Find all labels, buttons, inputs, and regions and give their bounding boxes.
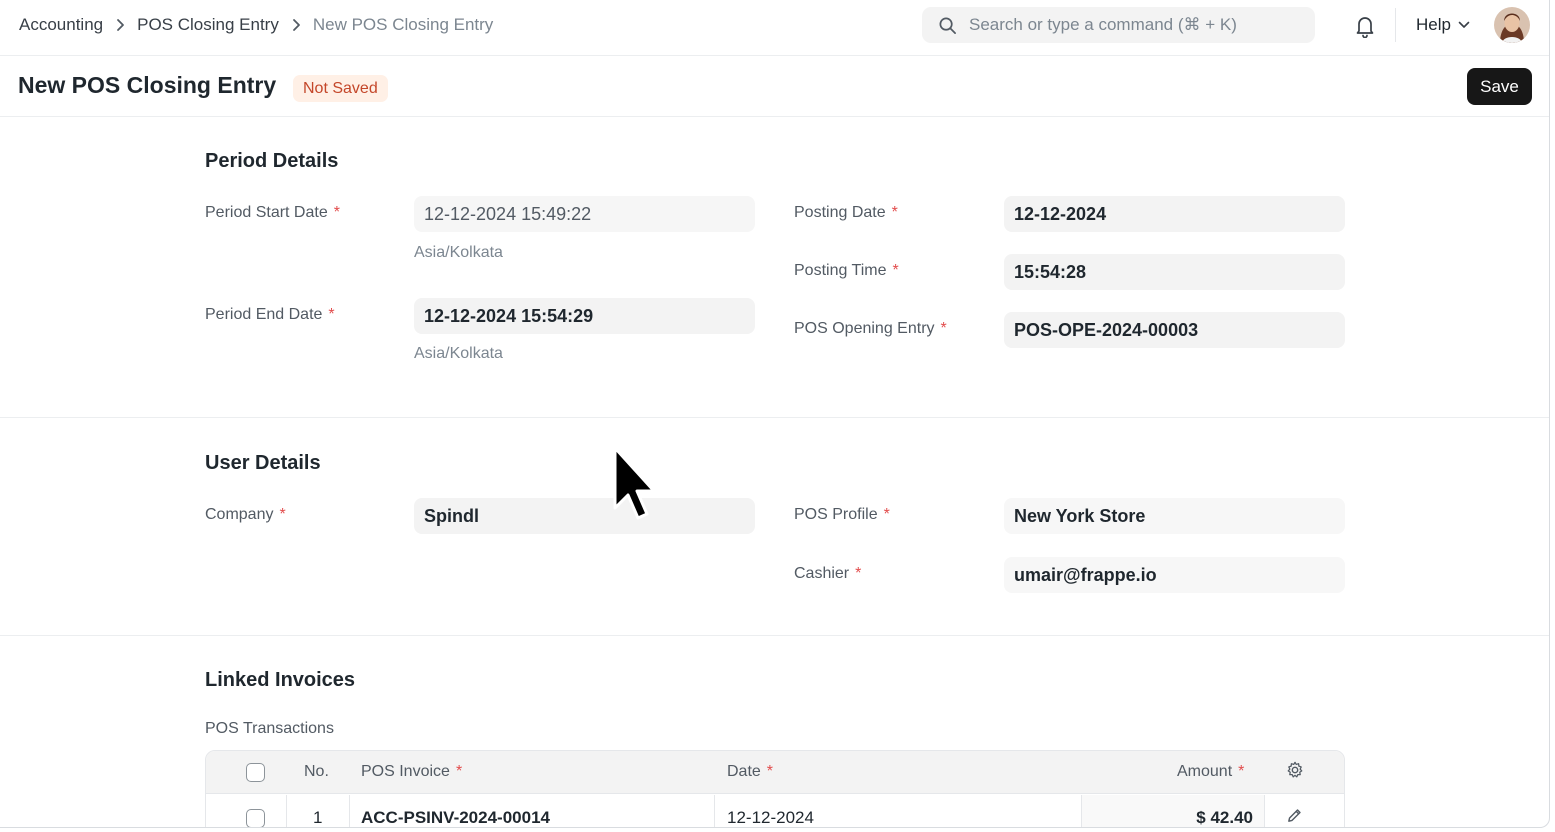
header-text: POS Invoice [361,763,450,780]
column-divider [1264,795,1265,827]
navbar: Accounting POS Closing Entry New POS Clo… [0,0,1549,56]
column-divider [349,795,350,827]
row-select-cell [246,795,265,827]
table-row[interactable]: 1 ACC-PSINV-2024-00014 12-12-2024 $ 42.4… [206,795,1344,827]
search-input[interactable] [969,15,1299,35]
header-text: Amount [1177,763,1233,780]
row-date[interactable]: 12-12-2024 [727,795,814,827]
cashier-field[interactable]: umair@frappe.io [1004,557,1345,593]
chevron-right-icon [279,15,313,35]
chevron-right-icon [103,15,137,35]
required-marker: * [855,565,862,582]
label-text: Company [205,506,274,523]
column-header-invoice: POS Invoice * [361,751,462,793]
required-marker: * [333,204,340,221]
row-amount[interactable]: $ 42.40 [1081,795,1253,827]
period-end-date-label: Period End Date * [205,306,335,324]
search-bar[interactable] [922,7,1315,43]
period-start-date-label: Period Start Date * [205,204,340,222]
posting-date-label: Posting Date * [794,204,898,222]
required-marker: * [891,204,898,221]
required-marker: * [1238,763,1245,780]
pos-transactions-label: POS Transactions [205,720,334,737]
pos-opening-entry-field[interactable]: POS-OPE-2024-00003 [1004,312,1345,348]
posting-time-field[interactable]: 15:54:28 [1004,254,1345,290]
row-edit-cell [1286,795,1303,827]
required-marker: * [892,262,899,279]
section-title-user-details: User Details [205,452,321,474]
section-divider [0,417,1549,418]
header-text: Date [727,763,761,780]
column-header-no: No. [304,763,329,780]
breadcrumb-pos-closing-entry[interactable]: POS Closing Entry [137,15,279,35]
pos-profile-label: POS Profile * [794,506,890,524]
label-text: Posting Time [794,262,887,279]
gear-icon[interactable] [1286,761,1304,784]
column-settings-cell [1286,751,1304,793]
posting-date-field[interactable]: 12-12-2024 [1004,196,1345,232]
page-title: New POS Closing Entry [18,72,277,98]
pos-transactions-table: No. POS Invoice * Date * Amount * 1 ACC-PSI… [205,750,1345,827]
label-text: POS Opening Entry [794,320,935,337]
breadcrumb-accounting[interactable]: Accounting [19,15,103,35]
period-end-timezone: Asia/Kolkata [414,345,503,362]
required-marker: * [766,763,774,780]
column-header-date: Date * [727,751,773,793]
required-marker: * [279,506,286,523]
label-text: Period Start Date [205,204,328,221]
row-checkbox[interactable] [246,808,265,827]
column-divider [714,795,715,827]
cashier-label: Cashier * [794,565,861,583]
section-title-linked-invoices: Linked Invoices [205,669,356,691]
company-label: Company * [205,506,286,524]
breadcrumb-current: New POS Closing Entry [312,15,494,34]
column-divider [286,795,287,827]
page-header: New POS Closing Entry Not Saved Save [0,57,1549,117]
row-invoice[interactable]: ACC-PSINV-2024-00014 [361,795,550,827]
label-text: Cashier [794,565,850,582]
table-header: No. POS Invoice * Date * Amount * [206,751,1344,794]
column-header-amount: Amount * [1177,751,1244,793]
section-title-period-details: Period Details [205,150,339,172]
notification-bell-icon[interactable] [1354,14,1376,39]
edit-pencil-icon[interactable] [1286,807,1303,827]
period-start-date-field[interactable]: 12-12-2024 15:49:22 [414,196,755,232]
select-all-cell [246,751,265,793]
period-start-timezone: Asia/Kolkata [414,244,503,261]
breadcrumb: Accounting POS Closing Entry New POS Clo… [19,0,493,50]
posting-time-label: Posting Time * [794,262,899,280]
save-button[interactable]: Save [1467,68,1532,105]
period-end-date-field[interactable]: 12-12-2024 15:54:29 [414,298,755,334]
required-marker: * [940,320,947,337]
row-number: 1 [313,808,323,827]
select-all-checkbox[interactable] [246,762,265,782]
chevron-down-icon [1458,21,1470,29]
company-field[interactable]: Spindl [414,498,755,534]
required-marker: * [883,506,890,523]
app-window: Accounting POS Closing Entry New POS Clo… [0,0,1550,828]
label-text: POS Profile [794,506,878,523]
label-text: Posting Date [794,204,886,221]
help-label: Help [1416,15,1451,34]
section-divider [0,635,1549,636]
pos-profile-field[interactable]: New York Store [1004,498,1345,534]
help-dropdown[interactable]: Help [1416,0,1470,50]
required-marker: * [328,306,335,323]
search-icon [938,16,957,35]
required-marker: * [455,763,463,780]
navbar-divider [1395,8,1396,42]
label-text: Period End Date [205,306,323,323]
pos-opening-entry-label: POS Opening Entry * [794,320,947,338]
user-avatar[interactable] [1494,7,1530,43]
status-badge: Not Saved [293,75,388,102]
